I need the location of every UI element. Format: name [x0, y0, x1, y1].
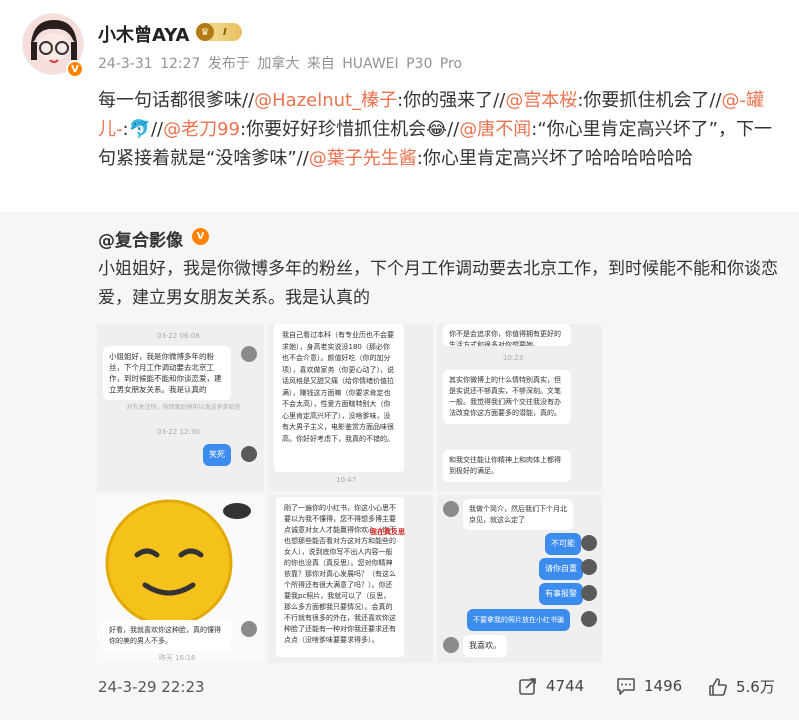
- original-post: V 小木曾AYA ♛ I 24-3-31 12:27 发布于 加拿大 来自 HU…: [0, 0, 799, 212]
- chat-bubble: 和我交往能让你精神上和肉体上都得到极好的满足。: [443, 450, 571, 482]
- mention-link[interactable]: @宫本桜: [505, 90, 577, 111]
- avatar: [581, 611, 597, 627]
- text-segment: :你要抓住机会了//: [577, 90, 722, 111]
- timestamp: 03-22 06:08: [157, 332, 200, 340]
- emoji-face-icon: [105, 499, 251, 625]
- vip-level: I: [223, 26, 227, 38]
- text-segment: 每一句话都很爹味//: [98, 90, 255, 111]
- image-thumbnail[interactable]: 好看，我就喜欢你这种脸，真的懂得你的美的男人不多。 昨天 16:16: [97, 495, 264, 663]
- post-meta: 24-3-31 12:27 发布于 加拿大 来自 HUAWEI P30 Pro: [98, 56, 463, 72]
- chat-document: 刚了一遍你的小红书，你这小心思不要以为我不懂得，您不得想多博主要点诚意对女人才能…: [276, 497, 404, 657]
- comment-icon: [617, 678, 635, 695]
- mention-link[interactable]: @葉子先生酱: [309, 148, 417, 169]
- text-segment: :你要好好珍惜抓住机会😂//: [240, 119, 460, 140]
- text-segment: :你的强来了//: [397, 90, 506, 111]
- timestamp: 10:23: [503, 354, 524, 362]
- avatar: [581, 585, 597, 601]
- comment-button[interactable]: 1496: [616, 676, 682, 696]
- thumbs-up-icon: [709, 677, 727, 696]
- system-note: 对方关注你，你回复后他可以发送多条私信: [126, 404, 241, 411]
- image-thumbnail[interactable]: 我自己看过本科（有专业历也不会要求她），身高老实说没180（那必你也不会介意）。…: [268, 324, 433, 492]
- chat-bubble: 不要拿我的照片放在小红书骗: [467, 609, 570, 631]
- timestamp: 03-22 12:30: [157, 428, 200, 436]
- chat-bubble: 好看，我就喜欢你这种脸，真的懂得你的美的男人不多。: [103, 620, 231, 651]
- chat-bubble: 不可能: [545, 533, 581, 555]
- avatar: [241, 346, 257, 362]
- chat-bubble: 你不是会追求你，你值得拥有更好的生活方式和很多对你想要她。: [443, 324, 571, 346]
- chat-document: 我自己看过本科（有专业历也不会要求她），身高老实说没180（那必你也不会介意）。…: [274, 324, 404, 472]
- text-segment: :你心里肯定高兴坏了哈哈哈哈哈哈: [416, 148, 693, 169]
- chat-bubble: 其实你微博上的什么情特别真实，但是实说还不够真实，不够深刻。文笔一般。我觉得我们…: [443, 370, 571, 424]
- image-thumbnail[interactable]: 03-22 06:08 小姐姐好，我是你微博多年的粉丝，下个月工作调动要去北京工…: [97, 324, 264, 492]
- mention-link[interactable]: @唐不闻: [459, 119, 531, 140]
- share-button[interactable]: 4744: [518, 676, 584, 696]
- repost-author[interactable]: @复合影像: [98, 226, 183, 251]
- timestamp: 昨天 16:16: [159, 654, 196, 662]
- share-count: 4744: [546, 677, 585, 695]
- chat-bubble: 有事报警: [539, 583, 583, 605]
- chat-bubble: 我做个简介，然后我们下个月北京见，就这么定了: [463, 499, 573, 530]
- avatar: [241, 446, 257, 462]
- like-button[interactable]: 5.6万: [708, 676, 775, 697]
- vip-badge-icon[interactable]: ♛ I: [196, 23, 242, 41]
- avatar: [443, 501, 459, 517]
- avatar: [241, 621, 257, 637]
- post-footer: 24-3-29 22:23 4744 1496 5.6万: [0, 672, 799, 706]
- chat-bubble: 请你自重: [539, 558, 583, 580]
- chat-bubble: 笑死: [203, 444, 231, 466]
- repost-text: 小姐姐好，我是你微博多年的粉丝，下个月工作调动要去北京工作，到时候能不能和你谈恋…: [98, 259, 778, 308]
- image-thumbnail[interactable]: 刚了一遍你的小红书，你这小心思不要以为我不懂得，您不得想多博主要点诚意对女人才能…: [268, 495, 433, 663]
- like-count: 5.6万: [736, 678, 775, 696]
- mention-link[interactable]: @老刀99: [163, 119, 240, 140]
- text-segment: :🐬//: [122, 119, 164, 140]
- verified-badge-icon: V: [66, 60, 84, 78]
- annotation-text: 我在真反思: [370, 528, 405, 536]
- avatar: [581, 559, 597, 575]
- crown-icon: ♛: [196, 23, 214, 41]
- mention-link[interactable]: @Hazelnut_榛子: [254, 90, 397, 111]
- share-icon: [519, 678, 536, 695]
- avatar: [443, 637, 459, 653]
- comment-count: 1496: [644, 677, 683, 695]
- chat-bubble: 小姐姐好，我是你微博多年的粉丝，下个月工作调动要去北京工作，到时候能不能和你谈恋…: [103, 346, 231, 400]
- post-text: 每一句话都很爹味//@Hazelnut_榛子:你的强来了//@宫本桜:你要抓住机…: [98, 86, 778, 173]
- image-thumbnail[interactable]: 我做个简介，然后我们下个月北京见，就这么定了 不可能 请你自重 有事报警 不要拿…: [437, 495, 602, 663]
- chat-bubble: 我喜欢。: [463, 635, 507, 657]
- username[interactable]: 小木曾AYA: [98, 21, 189, 47]
- timestamp: 10:47: [336, 476, 357, 484]
- repost-date[interactable]: 24-3-29 22:23: [98, 678, 205, 696]
- image-thumbnail[interactable]: 你不是会追求你，你值得拥有更好的生活方式和很多对你想要她。 10:23 其实你微…: [437, 324, 602, 492]
- reposted-post: @复合影像 V 小姐姐好，我是你微博多年的粉丝，下个月工作调动要去北京工作，到时…: [0, 212, 799, 720]
- verified-badge-icon: V: [192, 228, 209, 245]
- avatar: [581, 535, 597, 551]
